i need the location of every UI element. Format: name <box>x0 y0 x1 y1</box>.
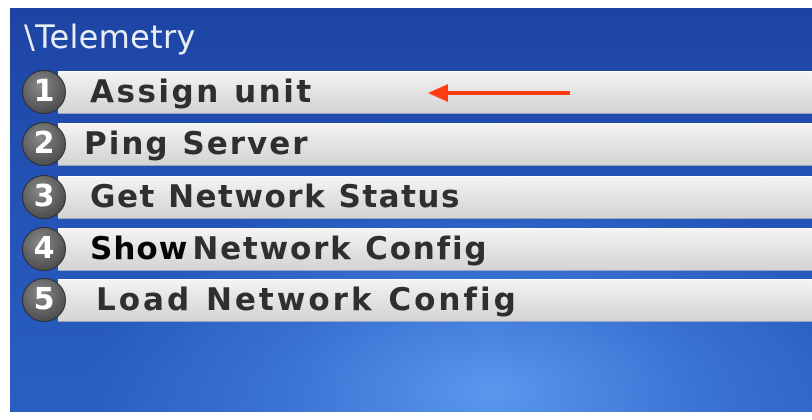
menu-item-label-lead: Show <box>90 231 189 267</box>
menu-item-label-rest: Network Config <box>192 231 489 267</box>
menu-item-label: Get Network Status <box>90 179 461 215</box>
menu-item-assign-unit[interactable]: 1 Assign unit <box>10 68 812 116</box>
number-badge: 5 <box>22 278 66 322</box>
telemetry-screen: \Telemetry 1 Assign unit 2 Ping Server 3… <box>10 8 812 412</box>
number-badge: 1 <box>22 70 66 114</box>
menu-item-get-network-status[interactable]: 3 Get Network Status <box>10 173 812 221</box>
menu-item-label: Show Network Config <box>90 225 488 273</box>
number-badge: 2 <box>22 122 66 166</box>
menu-item-label: Load Network Config <box>96 282 519 318</box>
menu-item-load-network-config[interactable]: 5 Load Network Config <box>10 276 812 324</box>
left-arrow-icon <box>428 84 570 102</box>
menu-item-label: Ping Server <box>84 126 310 162</box>
menu-item-ping-server[interactable]: 2 Ping Server <box>10 120 812 168</box>
menu-item-label: Assign unit <box>90 74 314 110</box>
menu-item-show-network-config[interactable]: 4 Show Network Config <box>10 225 812 273</box>
screen-title: \Telemetry <box>24 18 196 56</box>
number-badge: 3 <box>22 175 66 219</box>
number-badge: 4 <box>22 227 66 271</box>
